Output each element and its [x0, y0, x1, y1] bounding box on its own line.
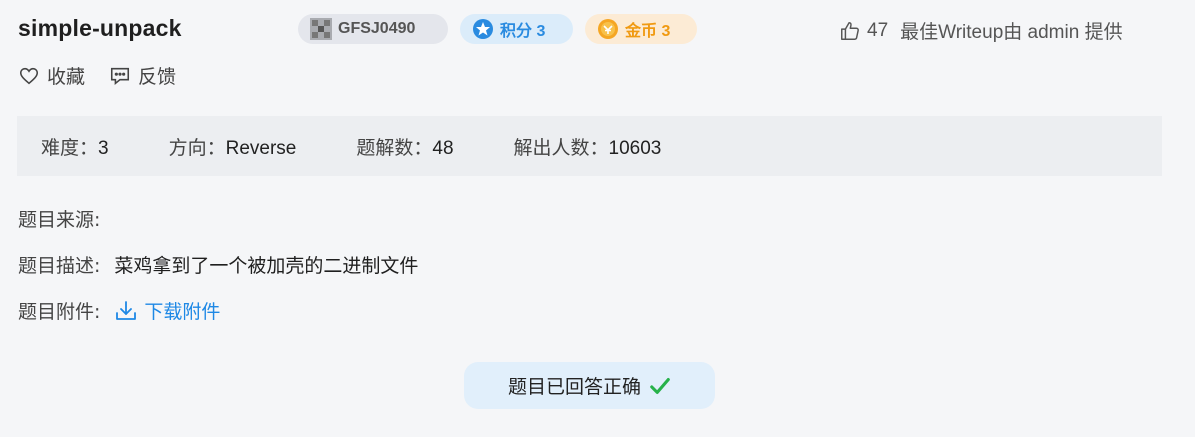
writeups-label: 题解数： — [356, 136, 433, 159]
score-star-icon — [472, 18, 494, 40]
stat-writeups: 题解数：48 — [356, 133, 453, 160]
heart-icon — [19, 67, 39, 84]
challenge-card: simple-unpack GFSJ0490 积分 3 金币 3 47 最佳Wr… — [0, 0, 1195, 437]
stat-solvers: 解出人数：10603 — [514, 133, 662, 160]
challenge-id: GFSJ0490 — [338, 20, 416, 37]
difficulty-value: 3 — [98, 137, 109, 159]
actions-bar: 收藏 反馈 — [18, 62, 200, 89]
download-label: 下载附件 — [144, 301, 221, 323]
favorite-button[interactable]: 收藏 — [18, 62, 85, 89]
direction-value: Reverse — [225, 137, 297, 159]
stat-direction: 方向：Reverse — [169, 133, 297, 160]
description-label: 题目描述: — [18, 255, 101, 277]
attachment-row: 题目附件: 下载附件 — [18, 297, 220, 324]
download-icon — [116, 300, 137, 320]
challenge-title: simple-unpack — [18, 15, 182, 41]
solvers-label: 解出人数： — [513, 136, 609, 159]
best-writeup-link[interactable]: 最佳Writeup由 admin 提供 — [900, 17, 1122, 44]
thumbs-up-icon[interactable] — [839, 20, 861, 42]
description-row: 题目描述: 菜鸡拿到了一个被加壳的二进制文件 — [18, 251, 418, 278]
attachment-label: 题目附件: — [18, 301, 101, 323]
likes-count: 47 — [867, 19, 889, 41]
source-label: 题目来源: — [18, 209, 101, 231]
solvers-value: 10603 — [608, 137, 662, 159]
direction-label: 方向： — [168, 136, 226, 159]
solved-text: 题目已回答正确 — [507, 376, 641, 398]
source-row: 题目来源: — [18, 205, 114, 232]
coin-badge: 金币 3 — [585, 14, 697, 44]
stat-difficulty: 难度：3 — [41, 133, 109, 160]
feedback-icon — [110, 67, 130, 85]
likes-area: 47 最佳Writeup由 admin 提供 — [839, 17, 1123, 44]
score-badge: 积分 3 — [460, 14, 573, 44]
solved-status: 题目已回答正确 — [464, 362, 715, 409]
feedback-label: 反馈 — [138, 66, 177, 88]
description-value: 菜鸡拿到了一个被加壳的二进制文件 — [114, 255, 419, 277]
coin-icon — [597, 18, 619, 40]
score-value: 积分 3 — [500, 23, 546, 40]
pixel-avatar-icon — [310, 18, 332, 40]
stats-bar: 难度：3 方向：Reverse 题解数：48 解出人数：10603 — [17, 116, 1162, 176]
challenge-id-badge: GFSJ0490 — [298, 14, 448, 44]
difficulty-label: 难度： — [41, 136, 99, 159]
download-attachment-link[interactable]: 下载附件 — [114, 297, 220, 324]
writeups-value: 48 — [432, 137, 454, 159]
feedback-button[interactable]: 反馈 — [109, 62, 176, 89]
coin-value: 金币 3 — [625, 23, 671, 40]
check-icon — [650, 377, 670, 394]
favorite-label: 收藏 — [47, 66, 86, 88]
